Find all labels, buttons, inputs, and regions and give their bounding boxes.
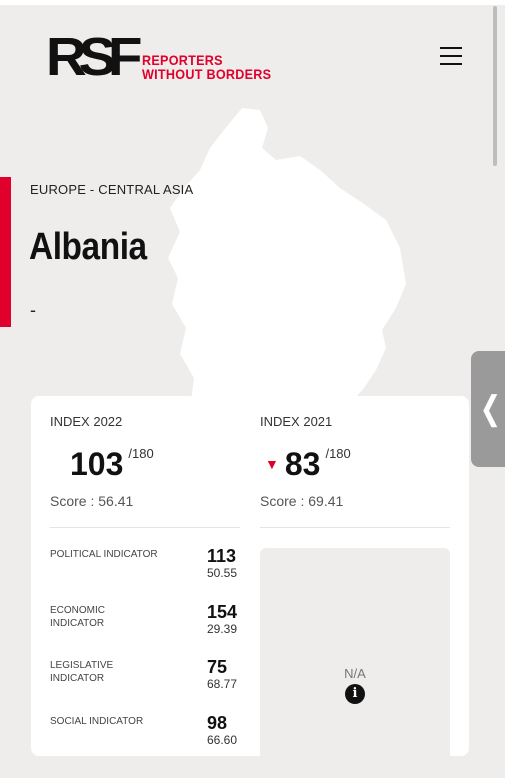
info-icon[interactable]: i [345,684,365,704]
logo-line-1: REPORTERS [142,52,223,68]
rank-total: /180 [325,446,351,461]
country-map-silhouette [168,108,406,408]
index-2021-rank: ▼ 83/180 [265,446,351,482]
rank-total: /180 [128,446,154,461]
logo-mark: RSF [45,27,143,87]
index-2022-score: Score : 56.41 [50,493,134,509]
down-triangle-icon: ▼ [265,455,279,472]
country-title: Albania [29,226,147,268]
logo-line-2: WITHOUT BORDERS [142,66,272,82]
indicator-economic: ECONOMIC INDICATOR 154 29.39 [50,602,238,636]
accent-bar [0,177,11,327]
divider [260,527,450,528]
country-subtitle: - [30,300,36,320]
divider [50,527,240,528]
index-card: INDEX 2022 103/180 Score : 56.41 POLITIC… [31,396,469,778]
indicator-political: POLITICAL INDICATOR 113 50.55 [50,546,238,580]
index-2022-label: INDEX 2022 [50,414,123,429]
index-2021-label: INDEX 2021 [260,414,333,429]
side-panel-tab[interactable]: ❬ [471,351,505,467]
logo-wordmark: REPORTERS WITHOUT BORDERS [142,53,271,81]
index-2021-score: Score : 69.41 [260,493,344,509]
indicator-social: SOCIAL INDICATOR 98 66.60 [50,713,238,747]
na-label: N/A [344,666,366,681]
region-label: EUROPE - CENTRAL ASIA [30,182,194,197]
indicator-legislative: LEGISLATIVE INDICATOR 75 68.77 [50,657,238,691]
index-2022-rank: 103/180 [70,446,154,482]
top-bar [0,0,505,5]
rsf-logo[interactable]: RSF REPORTERS WITHOUT BORDERS [45,27,286,87]
page-scrollbar[interactable] [493,6,497,166]
indicators-2021-unavailable: N/A i [260,548,450,778]
hamburger-menu-icon[interactable] [440,47,462,65]
chevron-left-icon: ❬ [477,390,504,426]
